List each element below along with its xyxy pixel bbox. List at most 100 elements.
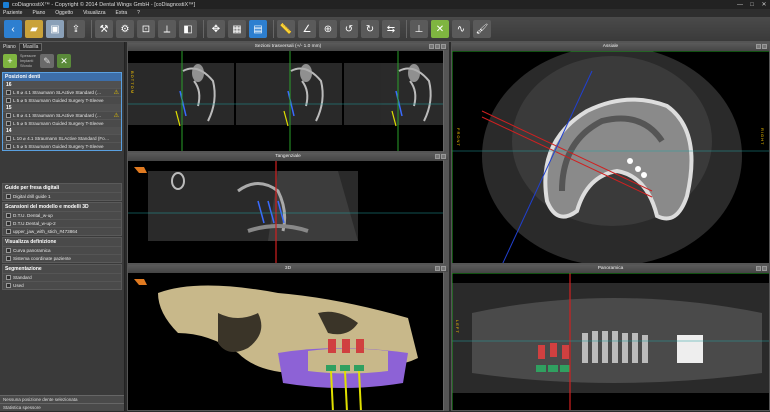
implant-add-icon[interactable]: ⚒ [95, 20, 113, 38]
vis-label: Sistema coordinate paziente [13, 256, 71, 261]
footer-stat[interactable]: Statistica spessore [0, 403, 124, 411]
maximize-button[interactable]: □ [746, 1, 758, 9]
paint-icon[interactable]: 🖌 [473, 20, 491, 38]
menu-bar: Paziente Piano Oggetto Visualizza Extra … [0, 9, 770, 17]
export-icon[interactable]: ⇪ [67, 20, 85, 38]
back-icon[interactable]: ‹ [4, 20, 22, 38]
plan-label: Piano [3, 43, 16, 50]
pane-max-icon[interactable] [441, 266, 446, 271]
warning-icon: ⚠ [113, 113, 119, 119]
pane-title: 3D [284, 266, 292, 271]
pane-title: Tangenziale [275, 154, 301, 159]
plan-select[interactable]: Masilla [18, 42, 43, 51]
cross-scrollbar[interactable] [443, 50, 449, 152]
implant-label: L 8 ⌀ 4.1 Straumann SLActive Standard (… [13, 112, 102, 118]
pane-max-icon[interactable] [441, 154, 446, 159]
implant-row[interactable]: L 10 ⌀ 4.1 Straumann SLActive Standard (… [3, 134, 121, 142]
menu-extra[interactable]: Extra [115, 10, 127, 16]
tangential-scrollbar[interactable] [443, 160, 449, 264]
grid-icon[interactable]: ▦ [228, 20, 246, 38]
seg-title[interactable]: Segmentazione [3, 265, 121, 273]
seg-label: Used [13, 283, 24, 288]
orient-label: RIGHT [760, 128, 765, 146]
layout-icon[interactable]: ▤ [249, 20, 267, 38]
scan-row[interactable]: upper_jaw_with_stich_#473864 [3, 227, 121, 235]
scan-row[interactable]: D.T.U. Dental_w-up [3, 211, 121, 219]
menu-piano[interactable]: Piano [32, 10, 45, 16]
implant-tool-icon[interactable]: ⚙ [116, 20, 134, 38]
arrows-icon[interactable]: ✕ [57, 54, 72, 68]
pan-icon[interactable]: ⇆ [382, 20, 400, 38]
add-plus-icon[interactable]: + [3, 54, 17, 68]
sleeve-row[interactable]: L 5 ⌀ 5 Straumann Guided Surgery T-Sleev… [3, 96, 121, 104]
menu-paziente[interactable]: Paziente [3, 10, 22, 16]
brush-icon[interactable]: ✎ [40, 54, 55, 68]
guide-icon[interactable]: ◧ [179, 20, 197, 38]
pane-ctrl-icon[interactable] [756, 266, 761, 271]
seg-row[interactable]: Standard [3, 273, 121, 281]
zoom-icon[interactable]: ⊕ [319, 20, 337, 38]
orient-label: FRONT [456, 128, 461, 147]
pane-ctrl-icon[interactable] [435, 266, 440, 271]
move-icon[interactable]: ✥ [207, 20, 225, 38]
pane-ctrl-icon[interactable] [435, 154, 440, 159]
main-toolbar: ‹ ▰ ▣ ⇪ ⚒ ⚙ ⊡ ⟂ ◧ ✥ ▦ ▤ 📏 ∠ ⊕ ↺ ↻ ⇆ ⊥ ✕ … [0, 17, 770, 42]
rotate-right-icon[interactable]: ↻ [361, 20, 379, 38]
guides-title[interactable]: Guide per fresa digitali [3, 184, 121, 192]
implant-row[interactable]: L 8 ⌀ 4.1 Straumann SLActive Standard (…… [3, 111, 121, 119]
menu-help[interactable]: ? [137, 10, 140, 16]
panoramic-view[interactable]: Panoramica LEFT [451, 264, 770, 411]
pane-max-icon[interactable] [441, 44, 446, 49]
scan-row[interactable]: D.T.U.Dental_w-up-2 [3, 219, 121, 227]
measure-icon[interactable]: 📏 [277, 20, 295, 38]
menu-oggetto[interactable]: Oggetto [55, 10, 73, 16]
3d-scrollbar[interactable] [443, 272, 449, 411]
vis-row[interactable]: Curva panoramica [3, 246, 121, 254]
title-bar: coDiagnostiX™ - Copyright © 2014 Dental … [0, 0, 770, 9]
tooth-group-15[interactable]: 15 [3, 104, 121, 111]
angle-icon[interactable]: ∠ [298, 20, 316, 38]
tooth-group-16[interactable]: 16 [3, 81, 121, 88]
pane-title: Panoramica [597, 266, 624, 271]
save-icon[interactable]: ▣ [46, 20, 64, 38]
quick-label-3: Sfondo [20, 63, 33, 68]
sleeve-label: L 5 ⌀ 5 Straumann Guided Surgery T-Sleev… [13, 97, 104, 103]
implant-label: L 8 ⌀ 4.1 Straumann SLActive Standard (… [13, 89, 102, 95]
axial-view[interactable]: Assiale FRONT RIGHT [451, 42, 770, 264]
3d-view[interactable]: 3D [127, 264, 449, 411]
pane-ctrl-icon[interactable] [756, 44, 761, 49]
implants-title[interactable]: Posizioni denti [3, 73, 121, 81]
implant-label: L 10 ⌀ 4.1 Straumann SLActive Standard (… [13, 135, 110, 141]
vis-row[interactable]: Sistema coordinate paziente [3, 254, 121, 262]
rotate-left-icon[interactable]: ↺ [340, 20, 358, 38]
minimize-button[interactable]: — [734, 1, 746, 9]
pane-max-icon[interactable] [762, 266, 767, 271]
sleeve-icon[interactable]: ⊡ [137, 20, 155, 38]
window-title: coDiagnostiX™ - Copyright © 2014 Dental … [12, 1, 196, 8]
menu-visualizza[interactable]: Visualizza [83, 10, 105, 16]
pane-ctrl-icon[interactable] [435, 44, 440, 49]
tooth-group-14[interactable]: 14 [3, 127, 121, 134]
implants-section: Posizioni denti 16 L 8 ⌀ 4.1 Straumann S… [2, 72, 122, 151]
implant-row[interactable]: L 8 ⌀ 4.1 Straumann SLActive Standard (…… [3, 88, 121, 96]
cross-section-view[interactable]: Sezioni trasversali (+/- 1.0 mm) BOTTOM [127, 42, 449, 152]
pane-max-icon[interactable] [762, 44, 767, 49]
close-button[interactable]: ✕ [758, 1, 770, 9]
footer-status: Nessuna posizione dente selezionata [0, 395, 124, 403]
open-folder-icon[interactable]: ▰ [25, 20, 43, 38]
vis-title[interactable]: Visualizza definizione [3, 238, 121, 246]
tangential-view[interactable]: Tangenziale [127, 152, 449, 264]
guide-row[interactable]: Digital drill guide 1 [3, 192, 121, 200]
scans-title[interactable]: Scansioni del modello e modelli 3D [3, 203, 121, 211]
pane-ctrl-icon[interactable] [429, 44, 434, 49]
nerve-icon[interactable]: ∿ [452, 20, 470, 38]
tangential-image [128, 161, 448, 263]
drill-icon[interactable]: ⟂ [158, 20, 176, 38]
stamp-icon[interactable]: ⊥ [410, 20, 428, 38]
cross-arrows-icon[interactable]: ✕ [431, 20, 449, 38]
scan-label: D.T.U.Dental_w-up-2 [13, 221, 56, 226]
seg-row[interactable]: Used [3, 281, 121, 289]
sleeve-row[interactable]: L 5 ⌀ 5 Straumann Guided Surgery T-Sleev… [3, 142, 121, 150]
sleeve-row[interactable]: L 5 ⌀ 5 Straumann Guided Surgery T-Sleev… [3, 119, 121, 127]
vis-section: Visualizza definizione Curva panoramica … [2, 237, 122, 263]
